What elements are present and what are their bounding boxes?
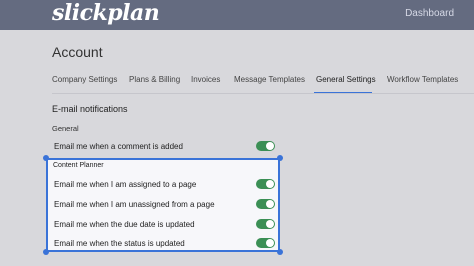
notification-label-unassigned: Email me when I am unassigned from a pag… — [54, 200, 215, 209]
tab-company-settings[interactable]: Company Settings — [52, 74, 117, 86]
toggle-assigned[interactable] — [256, 179, 275, 189]
content-planner-group-label: Content Planner — [53, 162, 104, 169]
tab-plans-billing[interactable]: Plans & Billing — [129, 74, 180, 86]
slickplan-logo[interactable]: slickplan — [52, 0, 160, 26]
toggle-unassigned[interactable] — [256, 199, 275, 209]
toggle-status[interactable] — [256, 238, 275, 248]
dashboard-link[interactable]: Dashboard — [405, 8, 454, 19]
notification-label-assigned: Email me when I am assigned to a page — [54, 180, 197, 189]
tab-message-templates[interactable]: Message Templates — [234, 74, 305, 86]
toggle-knob — [266, 200, 274, 208]
notification-label-status: Email me when the status is updated — [54, 239, 185, 248]
toggle-comment-added[interactable] — [256, 141, 275, 151]
tab-invoices[interactable]: Invoices — [191, 74, 220, 86]
toggle-knob — [266, 239, 274, 247]
selection-handle-top-left[interactable] — [43, 155, 49, 161]
page-title: Account — [52, 44, 103, 60]
tab-general-settings[interactable]: General Settings — [316, 74, 376, 86]
toggle-due-date[interactable] — [256, 219, 275, 229]
toggle-knob — [266, 180, 274, 188]
toggle-knob — [266, 142, 274, 150]
tabs-divider — [52, 93, 474, 94]
selection-handle-bottom-left[interactable] — [43, 249, 49, 255]
tab-workflow-templates[interactable]: Workflow Templates — [387, 74, 458, 86]
general-group-label: General — [52, 124, 79, 133]
email-notifications-heading: E-mail notifications — [52, 104, 128, 114]
notification-label-due-date: Email me when the due date is updated — [54, 220, 195, 229]
selection-handle-top-right[interactable] — [277, 155, 283, 161]
selection-handle-bottom-right[interactable] — [277, 249, 283, 255]
toggle-knob — [266, 220, 274, 228]
top-bar: slickplan Dashboard — [0, 0, 474, 30]
notification-label-comment-added: Email me when a comment is added — [54, 142, 183, 151]
